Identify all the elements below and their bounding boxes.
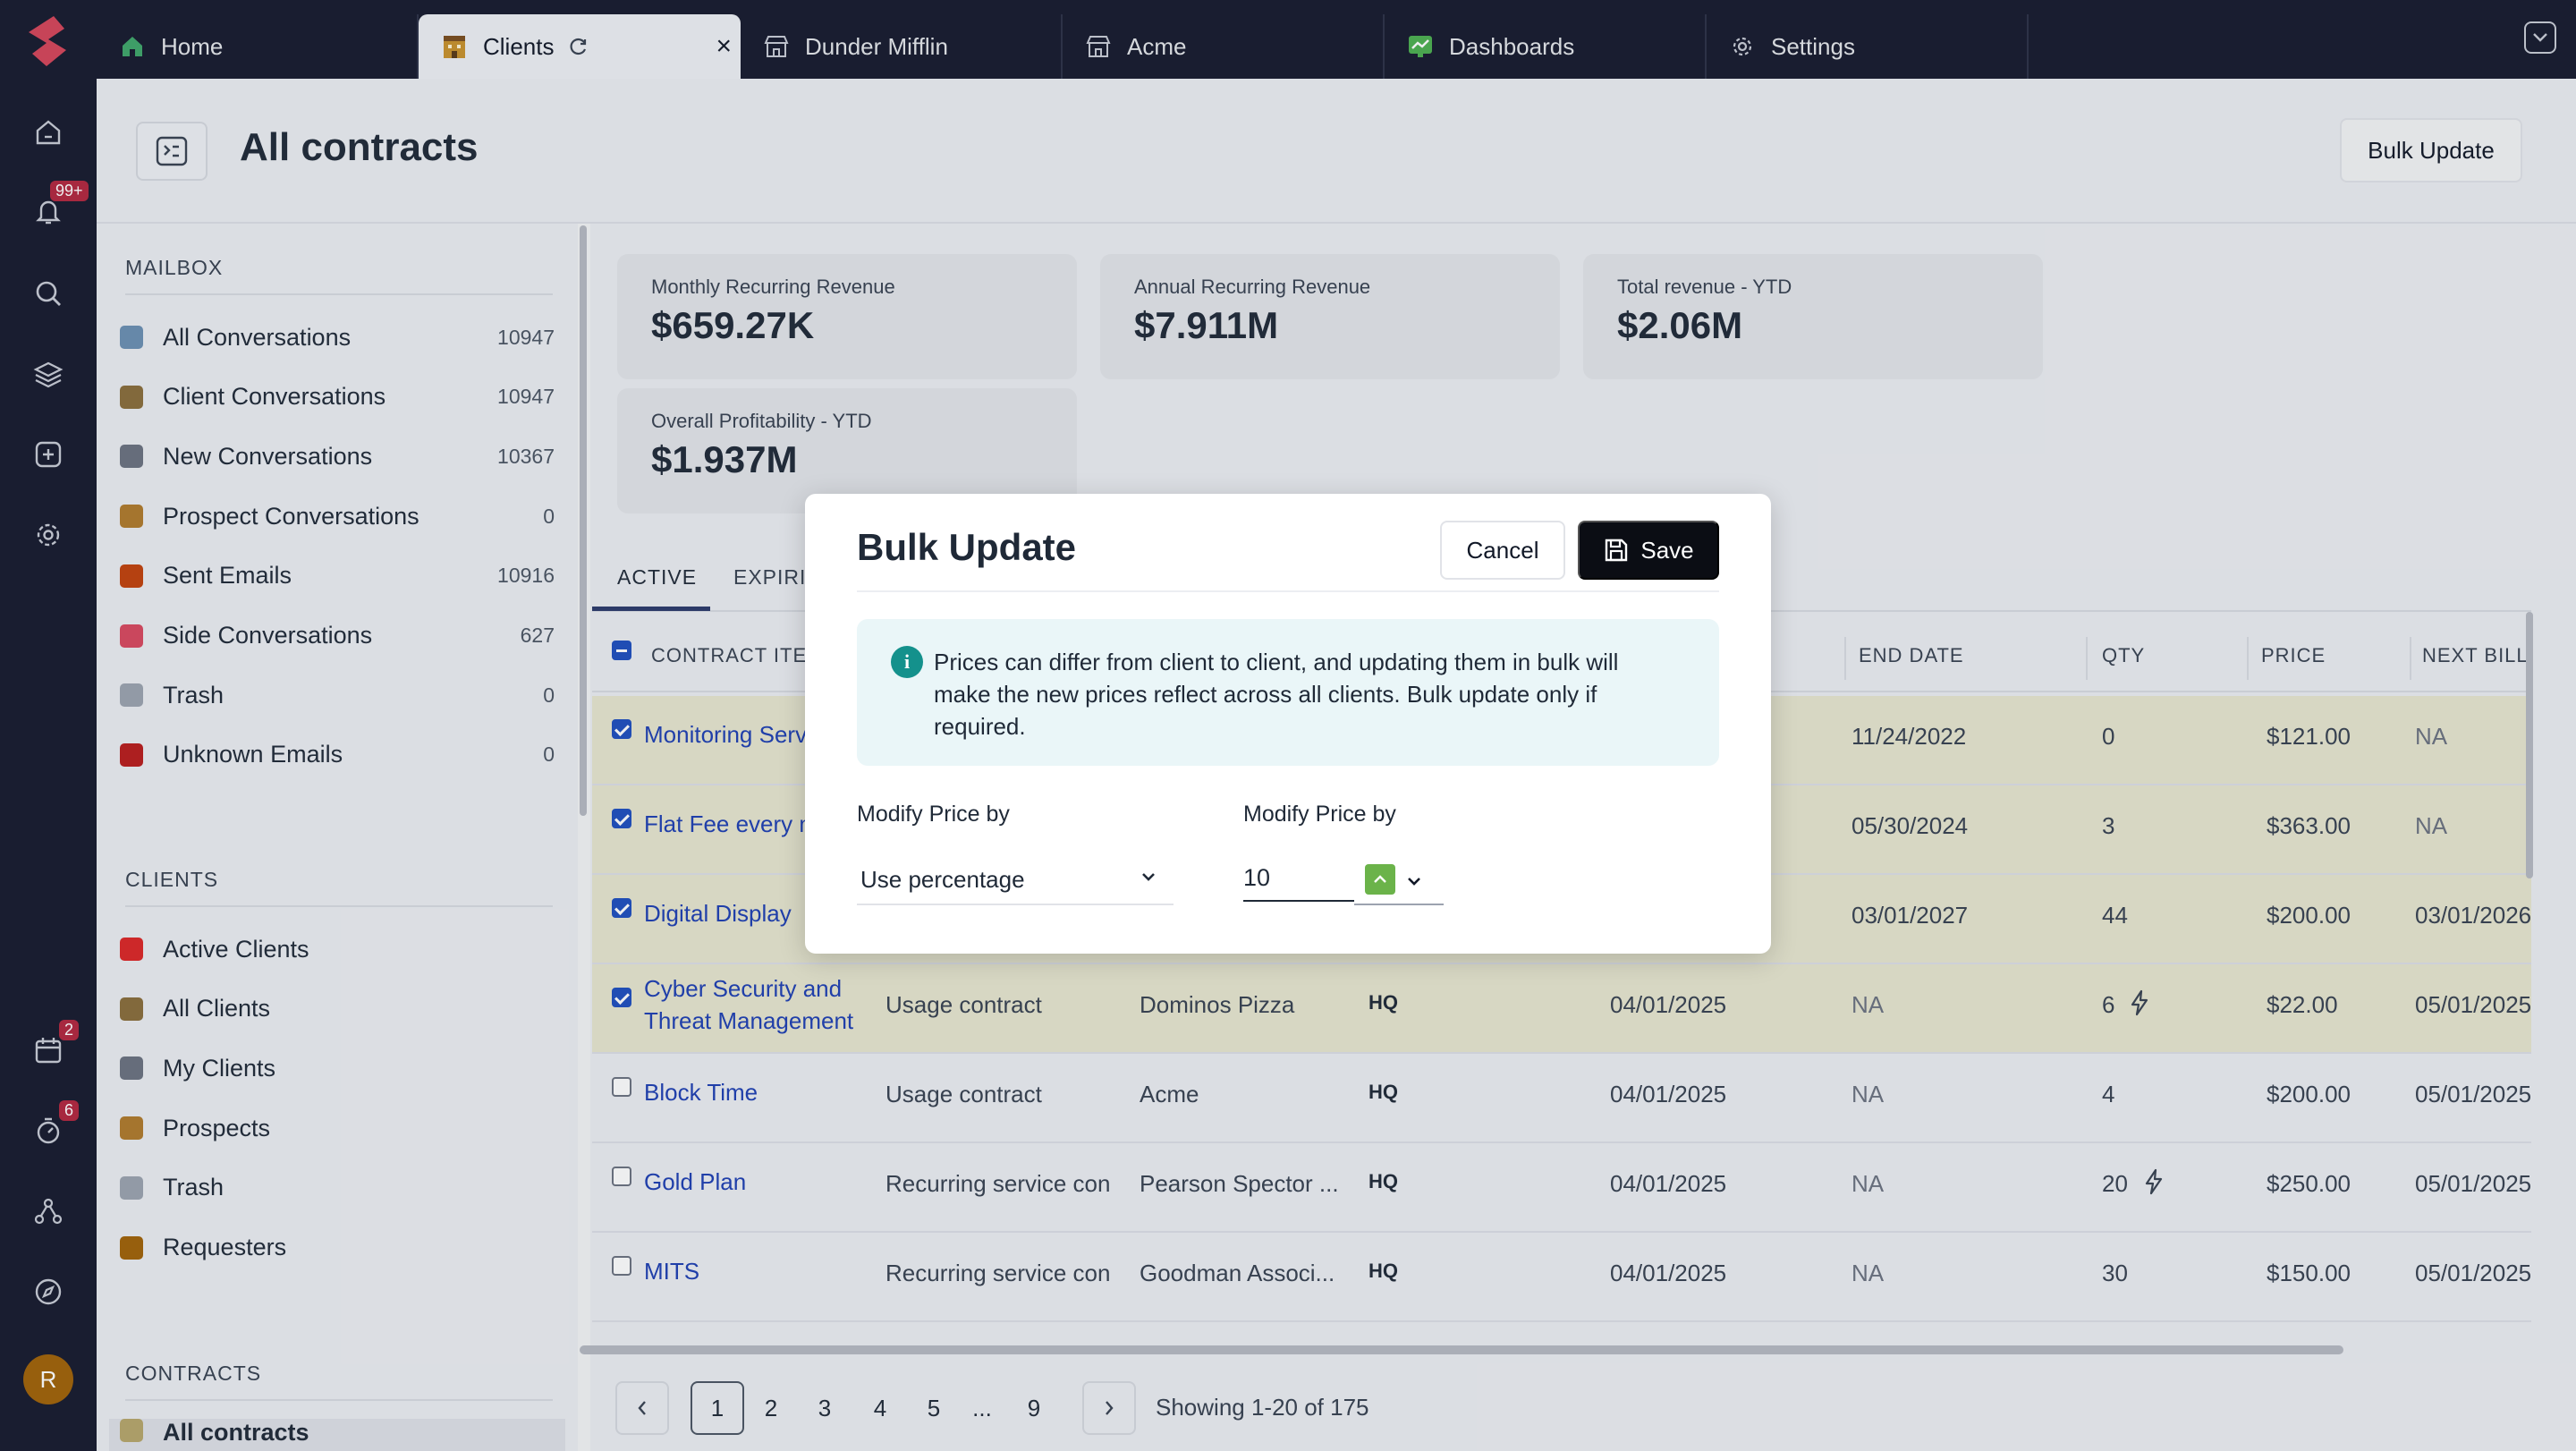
chevron-down-icon [1408,878,1420,886]
save-button[interactable]: Save [1578,521,1719,580]
info-banner: i Prices can differ from client to clien… [857,619,1719,766]
modify-price-value-label: Modify Price by [1243,802,1396,827]
stepper-underline [1354,904,1444,905]
save-icon [1606,539,1628,562]
chevron-down-icon [1142,873,1155,881]
input-value: 10 [1243,863,1271,891]
info-text: Prices can differ from client to client,… [934,649,1619,740]
modify-price-method-label: Modify Price by [857,802,1010,827]
divider [857,590,1719,592]
modify-price-method-select[interactable]: Use percentage [857,855,1174,905]
modify-price-value-input[interactable]: 10 [1243,855,1354,902]
chevron-up-icon [1374,875,1386,883]
select-value: Use percentage [860,865,1025,893]
modal-title: Bulk Update [857,526,1077,568]
cancel-button[interactable]: Cancel [1440,521,1565,580]
bulk-update-modal: Bulk Update Cancel Save i Prices can dif… [805,494,1771,954]
increment-button[interactable] [1365,864,1395,895]
info-icon: i [891,646,923,678]
save-label: Save [1640,536,1694,564]
decrement-button[interactable] [1399,866,1429,896]
